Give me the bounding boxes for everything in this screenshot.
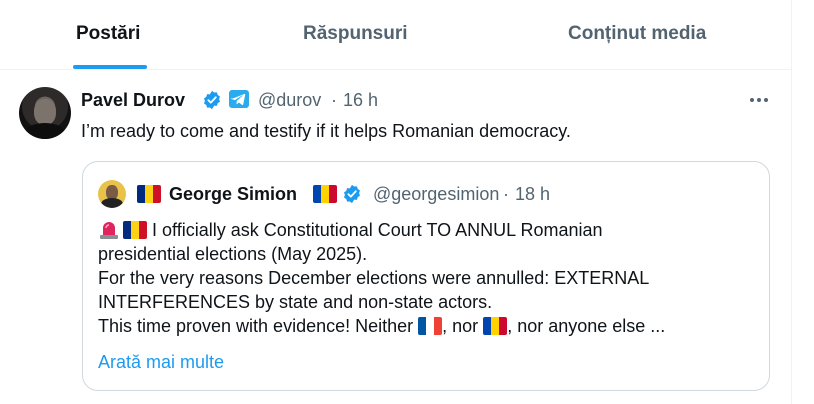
moldova-flag-emoji	[483, 317, 508, 335]
tab-posts-label: Postări	[76, 23, 141, 44]
quoted-text-line-5-start: This time proven with evidence! Neither	[98, 316, 414, 336]
quoted-author-name[interactable]: George Simion	[169, 183, 297, 205]
quoted-text-line-5-mid: , nor	[442, 316, 479, 336]
france-flag-emoji	[418, 317, 443, 335]
tab-media[interactable]: Conținut media	[495, 0, 791, 69]
post-text: I’m ready to come and testify if it help…	[81, 121, 571, 141]
quoted-meta-separator: ·	[503, 184, 509, 204]
active-tab-indicator	[73, 65, 147, 69]
quoted-text-line-5-end: , nor anyone else ...	[507, 316, 666, 336]
quoted-text-line-2: presidential elections (May 2025).	[98, 244, 368, 264]
quoted-text: I officially ask Constitutional Court TO…	[98, 218, 758, 338]
quoted-author-handle[interactable]: @georgesimion	[373, 183, 499, 205]
quoted-text-line-3: For the very reasons December elections …	[98, 268, 650, 288]
moldova-flag-emoji	[313, 185, 337, 203]
quoted-text-line: I officially ask Constitutional Court TO…	[98, 218, 758, 242]
quoted-text-line-5: This time proven with evidence! Neither …	[98, 314, 758, 338]
romania-flag-emoji	[123, 221, 147, 239]
tab-posts[interactable]: Postări	[0, 0, 220, 69]
quoted-text-line-4: INTERFERENCES by state and non-state act…	[98, 292, 493, 312]
avatar[interactable]	[19, 87, 71, 139]
more-horizontal-icon	[750, 98, 768, 102]
quoted-text-line-1: I officially ask Constitutional Court TO…	[152, 220, 603, 240]
column-divider	[791, 0, 792, 404]
verified-badge-icon	[344, 184, 360, 204]
avatar-shirt	[25, 123, 65, 139]
author-handle[interactable]: @durov	[258, 89, 321, 111]
quoted-post[interactable]: George Simion @georgesimion · 18 h I off…	[82, 161, 770, 391]
telegram-icon	[229, 90, 249, 108]
tab-replies-label: Răspunsuri	[303, 23, 408, 44]
verified-badge-icon	[204, 90, 220, 110]
show-more-link[interactable]: Arată mai multe	[98, 350, 224, 374]
more-options-button[interactable]	[743, 86, 775, 114]
tab-replies[interactable]: Răspunsuri	[220, 0, 495, 69]
tab-media-label: Conținut media	[568, 23, 707, 44]
police-light-emoji	[98, 218, 120, 240]
author-name[interactable]: Pavel Durov	[81, 89, 185, 111]
post-time[interactable]: 16 h	[343, 89, 378, 111]
romania-flag-emoji	[137, 185, 161, 203]
avatar-face	[34, 99, 56, 125]
quoted-header: George Simion @georgesimion · 18 h	[83, 180, 769, 208]
post[interactable]: Pavel Durov @durov · 16 h I’m ready to c…	[0, 70, 791, 404]
quoted-post-time: 18 h	[515, 184, 551, 204]
profile-tabs: Postări Răspunsuri Conținut media	[0, 0, 791, 70]
meta-separator: ·	[331, 90, 337, 110]
